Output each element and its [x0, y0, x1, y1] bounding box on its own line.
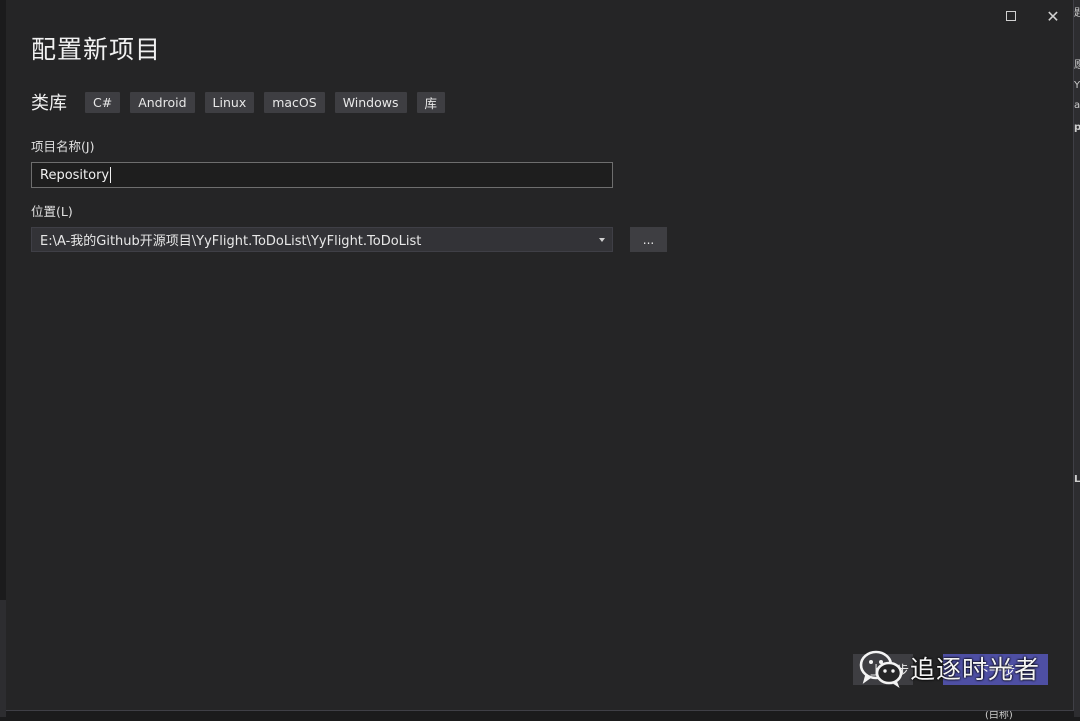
watermark: 追逐时光者 — [858, 646, 1040, 690]
background-side-char: 匙 — [1074, 8, 1080, 19]
watermark-text: 追逐时光者 — [910, 655, 1041, 684]
tag-android: Android — [130, 91, 195, 113]
tag-macos: macOS — [264, 91, 325, 113]
maximize-button[interactable] — [999, 4, 1023, 28]
location-combobox[interactable]: E:\A-我的Github开源项目\YyFlight.ToDoList\YyFl… — [31, 227, 613, 252]
browse-button[interactable]: ... — [630, 227, 667, 252]
location-label: 位置(L) — [31, 204, 73, 219]
background-side-char: L — [1074, 474, 1080, 485]
tag-library: 库 — [416, 91, 446, 113]
text-caret — [110, 167, 112, 183]
project-name-label: 项目名称(J) — [31, 139, 95, 154]
background-side-char: p — [1074, 122, 1080, 133]
tag-csharp: C# — [85, 91, 121, 113]
background-side-char: a — [1074, 100, 1080, 111]
background-side-char: 愿 — [1074, 60, 1080, 71]
close-button[interactable]: ✕ — [1041, 4, 1065, 28]
project-name-input[interactable]: Repository — [31, 162, 613, 188]
background-side-char: Y — [1074, 80, 1080, 91]
template-info: 类库 C# Android Linux macOS Windows 库 — [31, 90, 455, 114]
page-title: 配置新项目 — [31, 35, 162, 64]
wechat-icon — [859, 650, 903, 688]
configure-project-dialog: ✕ 配置新项目 类库 C# Android Linux macOS Window… — [6, 0, 1074, 711]
project-name-value: Repository — [40, 167, 110, 183]
location-value: E:\A-我的Github开源项目\YyFlight.ToDoList\YyFl… — [40, 234, 422, 249]
tag-linux: Linux — [204, 91, 255, 113]
close-icon: ✕ — [1046, 6, 1060, 26]
template-name: 类库 — [31, 93, 67, 114]
tag-windows: Windows — [334, 91, 407, 113]
chevron-down-icon[interactable] — [599, 238, 605, 242]
maximize-icon — [1006, 11, 1016, 21]
